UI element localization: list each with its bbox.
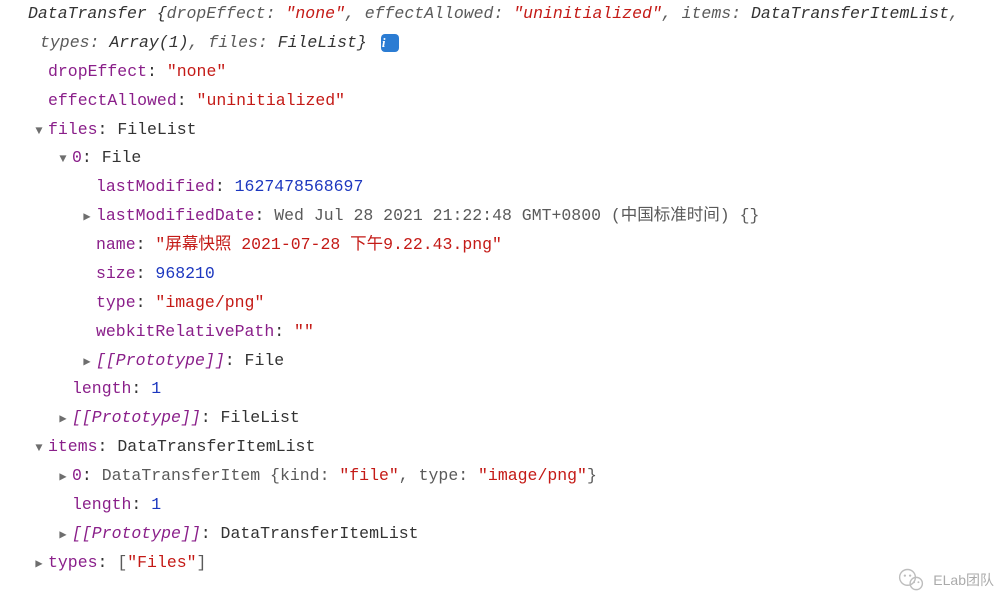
expand-triangle-down-icon[interactable] <box>56 149 70 170</box>
colon: : <box>201 408 221 427</box>
colon: : <box>177 91 197 110</box>
property-value: File <box>245 351 285 370</box>
colon: : <box>98 437 118 456</box>
property-value-part: DataTransferItem { <box>102 466 280 485</box>
property-value: "none" <box>167 62 226 81</box>
property-value: "image/png" <box>155 293 264 312</box>
property-row[interactable]: lastModified: 1627478568697 <box>8 173 998 202</box>
info-icon[interactable]: i <box>381 34 399 52</box>
colon: : <box>225 351 245 370</box>
property-value-part: kind <box>280 466 320 485</box>
colon: : <box>82 466 102 485</box>
property-key: [[Prototype]] <box>96 351 225 370</box>
colon: : <box>136 235 156 254</box>
property-value: 1627478568697 <box>235 177 364 196</box>
expand-triangle-right-icon[interactable] <box>80 207 94 228</box>
watermark-label: ELab团队 <box>933 568 994 593</box>
property-key: name <box>96 235 136 254</box>
property-value: File <box>102 148 142 167</box>
property-row[interactable]: name: "屏幕快照 2021-07-28 下午9.22.43.png" <box>8 231 998 260</box>
colon: : <box>254 206 274 225</box>
property-key: lastModified <box>96 177 215 196</box>
property-key: [[Prototype]] <box>72 524 201 543</box>
property-key: 0 <box>72 148 82 167</box>
property-row[interactable]: effectAllowed: "uninitialized" <box>8 87 998 116</box>
colon: : <box>131 495 151 514</box>
expand-triangle-down-icon[interactable] <box>32 438 46 459</box>
property-row[interactable]: type: "image/png" <box>8 289 998 318</box>
wechat-icon <box>897 566 925 594</box>
colon: : <box>82 148 102 167</box>
colon: : <box>147 62 167 81</box>
property-value: "屏幕快照 2021-07-28 下午9.22.43.png" <box>155 235 502 254</box>
property-value: 1 <box>151 379 161 398</box>
property-value: DataTransferItemList <box>221 524 419 543</box>
colon: : <box>201 524 221 543</box>
property-row[interactable]: files: FileList <box>8 116 998 145</box>
property-value-part: } <box>587 466 597 485</box>
property-value: FileList <box>117 120 196 139</box>
property-value: Wed Jul 28 2021 21:22:48 GMT+0800 (中国标准时… <box>274 206 759 225</box>
property-value-part: , <box>399 466 419 485</box>
property-value-part: : <box>320 466 340 485</box>
property-key: length <box>72 379 131 398</box>
property-row[interactable]: dropEffect: "none" <box>8 58 998 87</box>
expand-triangle-down-icon[interactable] <box>32 121 46 142</box>
property-value-part: ] <box>197 553 207 572</box>
property-row[interactable]: [[Prototype]]: File <box>8 347 998 376</box>
property-key: type <box>96 293 136 312</box>
property-row[interactable]: length: 1 <box>8 375 998 404</box>
property-key: size <box>96 264 136 283</box>
property-value: 1 <box>151 495 161 514</box>
property-row[interactable]: 0: File <box>8 144 998 173</box>
property-key: items <box>48 437 98 456</box>
property-row[interactable]: lastModifiedDate: Wed Jul 28 2021 21:22:… <box>8 202 998 231</box>
property-key: lastModifiedDate <box>96 206 254 225</box>
property-value-part: "Files" <box>127 553 196 572</box>
colon: : <box>98 120 118 139</box>
watermark: ELab团队 <box>897 566 994 594</box>
property-row[interactable]: types: ["Files"] <box>8 549 998 578</box>
property-row[interactable]: [[Prototype]]: FileList <box>8 404 998 433</box>
property-value: DataTransferItemList <box>117 437 315 456</box>
property-value: "" <box>294 322 314 341</box>
property-key: webkitRelativePath <box>96 322 274 341</box>
expand-triangle-right-icon[interactable] <box>56 467 70 488</box>
property-row[interactable]: [[Prototype]]: DataTransferItemList <box>8 520 998 549</box>
property-value-part: [ <box>117 553 127 572</box>
colon: : <box>215 177 235 196</box>
expand-triangle-right-icon[interactable] <box>80 352 94 373</box>
colon: : <box>136 264 156 283</box>
property-row[interactable]: length: 1 <box>8 491 998 520</box>
object-summary-header[interactable]: DataTransfer {dropEffect: "none", effect… <box>20 0 998 58</box>
expand-triangle-right-icon[interactable] <box>56 409 70 430</box>
property-key: types <box>48 553 98 572</box>
property-row[interactable]: webkitRelativePath: "" <box>8 318 998 347</box>
property-value-part: "image/png" <box>478 466 587 485</box>
object-summary-text: DataTransfer {dropEffect: "none", effect… <box>28 4 959 52</box>
property-row[interactable]: items: DataTransferItemList <box>8 433 998 462</box>
property-value-part: type <box>419 466 459 485</box>
property-value: "uninitialized" <box>197 91 346 110</box>
property-value-part: "file" <box>339 466 398 485</box>
property-row[interactable]: 0: DataTransferItem {kind: "file", type:… <box>8 462 998 491</box>
property-row[interactable]: size: 968210 <box>8 260 998 289</box>
expand-triangle-right-icon[interactable] <box>32 554 46 575</box>
property-key: effectAllowed <box>48 91 177 110</box>
property-key: length <box>72 495 131 514</box>
property-key: dropEffect <box>48 62 147 81</box>
property-key: files <box>48 120 98 139</box>
colon: : <box>136 293 156 312</box>
property-key: [[Prototype]] <box>72 408 201 427</box>
property-key: 0 <box>72 466 82 485</box>
colon: : <box>274 322 294 341</box>
expand-triangle-right-icon[interactable] <box>56 525 70 546</box>
colon: : <box>131 379 151 398</box>
colon: : <box>98 553 118 572</box>
property-value: 968210 <box>155 264 214 283</box>
property-value-part: : <box>458 466 478 485</box>
property-value: FileList <box>221 408 300 427</box>
